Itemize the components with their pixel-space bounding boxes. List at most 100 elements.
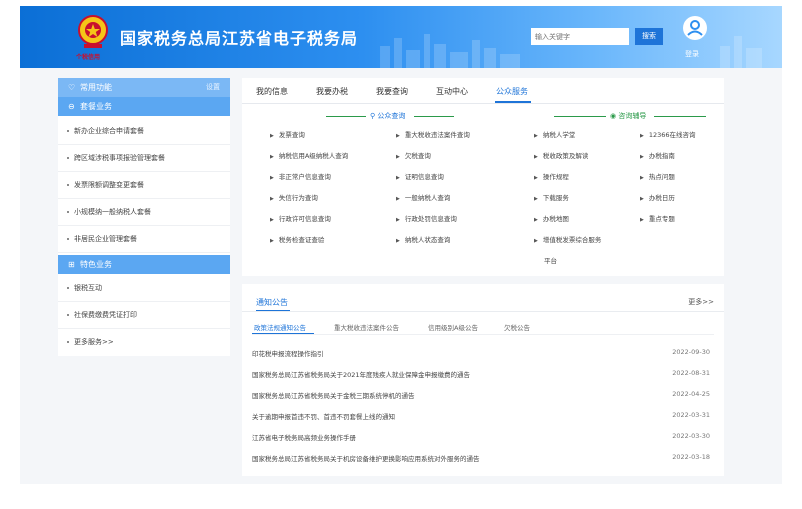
sidebar-item-label: 发票限额调整变更套餐 [74,181,144,189]
service-panel: 我的信息 我要办税 我要查询 互动中心 公众服务 ⚲ 公众查询 ◉ 咨询辅导 ▶… [242,78,724,276]
consult-link[interactable]: ▶ 税收政策及解读 [534,150,588,160]
public-query-link[interactable]: ▶ 纳税信用A级纳税人查询 [270,150,348,160]
sidebar-item-label: 小规模纳一般纳税人套餐 [74,208,151,216]
tab-public-service[interactable]: 公众服务 [496,86,528,97]
consult-link[interactable]: ▶ 热点问题 [640,171,675,181]
subtab-tax-arrears[interactable]: 欠税公告 [504,322,530,332]
site-title: 国家税务总局江苏省电子税务局 [120,29,359,48]
sidebar-item-label: 银税互动 [74,284,102,292]
common-functions-header[interactable]: ♡ 常用功能 设置 [58,78,230,97]
consult-link[interactable]: ▶ 操作规程 [534,171,569,181]
subtab-policy[interactable]: 政策法规通知公告 [254,322,306,332]
sidebar-item-label: 非居民企业管理套餐 [74,235,137,243]
public-query-link[interactable]: ▶ 一般纳税人查询 [396,192,450,202]
sidebar-package-item[interactable]: 非居民企业管理套餐 [58,226,230,253]
notice-row[interactable]: 印花税申报流程操作指引 2022-09-30 [252,348,718,368]
public-query-link[interactable]: ▶ 纳税人状态查询 [396,234,450,244]
public-query-link[interactable]: ▶ 行政许可信息查询 [270,213,331,223]
notice-title: 通知公告 [256,298,288,307]
notice-title-text: 国家税务总局江苏省税务局关于2021年度残疾人就业保障金申报缴费的通告 [252,371,471,379]
user-icon[interactable] [682,15,708,41]
package-business-header[interactable]: ⊖ 套餐业务 [58,97,230,116]
notice-title-text: 印花税申报流程操作指引 [252,350,324,358]
site-header: 个税信用 国家税务总局江苏省电子税务局 搜索 登录 [20,6,782,68]
public-query-label: 公众查询 [377,112,406,120]
consult-link[interactable]: ▶ 增值税发票综合服务 [534,234,601,244]
package-icon: ⊖ [68,102,75,111]
sidebar-package-item[interactable]: 发票限额调整变更套餐 [58,172,230,199]
notice-date: 2022-03-31 [672,411,710,419]
notice-title-underline [256,310,290,311]
notice-date: 2022-04-25 [672,390,710,398]
public-query-link[interactable]: ▶ 发票查询 [270,129,305,139]
consult-link-continuation[interactable]: 平台 [544,255,557,265]
tab-my-info[interactable]: 我的信息 [256,86,288,97]
notice-date: 2022-09-30 [672,348,710,356]
public-query-link[interactable]: ▶ 失信行为查询 [270,192,318,202]
notice-title-text: 国家税务总局江苏省税务局关于机房设备维护更换影响应用系统对外服务的通告 [252,455,480,463]
login-link[interactable]: 登录 [685,49,699,59]
sidebar-item-label: 社保费缴费凭证打印 [74,311,137,319]
more-services-link[interactable]: 更多服务>> [58,329,230,356]
common-functions-label: 常用功能 [80,83,112,92]
emblem-icon [78,15,108,48]
public-query-link[interactable]: ▶ 行政处罚信息查询 [396,213,457,223]
setting-link[interactable]: 设置 [206,78,220,97]
consult-link[interactable]: ▶ 12366在线咨询 [640,129,696,139]
notice-row[interactable]: 江苏省电子税务局高频业务操作手册 2022-03-30 [252,432,718,452]
page: 个税信用 国家税务总局江苏省电子税务局 搜索 登录 ♡ 常用功能 设置 ⊖ 套餐业务… [0,0,802,509]
divider [326,116,366,117]
sidebar-special-item[interactable]: 社保费缴费凭证打印 [58,302,230,329]
search-input[interactable] [531,28,629,45]
consult-link[interactable]: ▶ 下载服务 [534,192,569,202]
sidebar: ♡ 常用功能 设置 ⊖ 套餐业务 新办企业综合申请套餐 跨区域涉税事项报验管理套餐 … [58,78,230,356]
notice-title-text: 江苏省电子税务局高频业务操作手册 [252,434,356,442]
browser-frame: 个税信用 国家税务总局江苏省电子税务局 搜索 登录 ♡ 常用功能 设置 ⊖ 套餐业务… [20,6,782,484]
sidebar-package-item[interactable]: 新办企业综合申请套餐 [58,118,230,145]
search-button[interactable]: 搜索 [635,28,663,45]
public-query-link[interactable]: ▶ 重大税收违法案件查询 [396,129,470,139]
search-doc-icon: ⚲ [370,112,376,120]
consult-link[interactable]: ▶ 纳税人学堂 [534,129,575,139]
sidebar-package-item[interactable]: 跨区域涉税事项报验管理套餐 [58,145,230,172]
main-tab-bar: 我的信息 我要办税 我要查询 互动中心 公众服务 [242,78,724,104]
notice-date: 2022-03-18 [672,453,710,461]
notice-title-text: 国家税务总局江苏省税务局关于金税三期系统停机的通告 [252,392,415,400]
sidebar-item-label: 新办企业综合申请套餐 [74,127,144,135]
sidebar-package-item[interactable]: 小规模纳一般纳税人套餐 [58,199,230,226]
sidebar-special-item[interactable]: 银税互动 [58,275,230,302]
emblem-subtitle: 个税信用 [76,54,101,61]
subtab-violation-cases[interactable]: 重大税收违法案件公告 [334,322,399,332]
divider [414,116,454,117]
notice-row[interactable]: 国家税务总局江苏省税务局关于机房设备维护更换影响应用系统对外服务的通告 2022-… [252,453,718,473]
divider [252,334,714,335]
subtab-credit-a[interactable]: 信用级别A级公告 [428,322,478,332]
public-query-link[interactable]: ▶ 非正常户信息查询 [270,171,331,181]
consult-label: 咨询辅导 [618,112,647,120]
tab-interaction[interactable]: 互动中心 [436,86,468,97]
special-business-label: 特色业务 [80,260,112,269]
consult-link[interactable]: ▶ 办税地图 [534,213,569,223]
public-query-link[interactable]: ▶ 欠税查询 [396,150,431,160]
consult-link[interactable]: ▶ 重点专题 [640,213,675,223]
sidebar-item-label: 更多服务>> [74,338,114,346]
notice-row[interactable]: 关于逾期申报首违不罚、首违不罚套餐上线的通知 2022-03-31 [252,411,718,431]
consult-title: ◉ 咨询辅导 [610,111,646,121]
divider [554,116,606,117]
notice-row[interactable]: 国家税务总局江苏省税务局关于金税三期系统停机的通告 2022-04-25 [252,390,718,410]
public-query-title: ⚲ 公众查询 [370,111,405,121]
notice-date: 2022-08-31 [672,369,710,377]
more-notices-link[interactable]: 更多>> [688,297,714,307]
notice-title-text: 关于逾期申报首违不罚、首违不罚套餐上线的通知 [252,413,395,421]
public-query-link[interactable]: ▶ 证明信息查询 [396,171,444,181]
notice-date: 2022-03-30 [672,432,710,440]
notice-row[interactable]: 国家税务总局江苏省税务局关于2021年度残疾人就业保障金申报缴费的通告 2022-… [252,369,718,389]
special-business-header[interactable]: ⊞ 特色业务 [58,255,230,274]
consult-link[interactable]: ▶ 办税日历 [640,192,675,202]
consult-link[interactable]: ▶ 办税指南 [640,150,675,160]
divider [654,116,706,117]
tab-query[interactable]: 我要查询 [376,86,408,97]
tab-handle-tax[interactable]: 我要办税 [316,86,348,97]
public-query-link[interactable]: ▶ 税务检查证查验 [270,234,324,244]
divider [242,311,724,312]
